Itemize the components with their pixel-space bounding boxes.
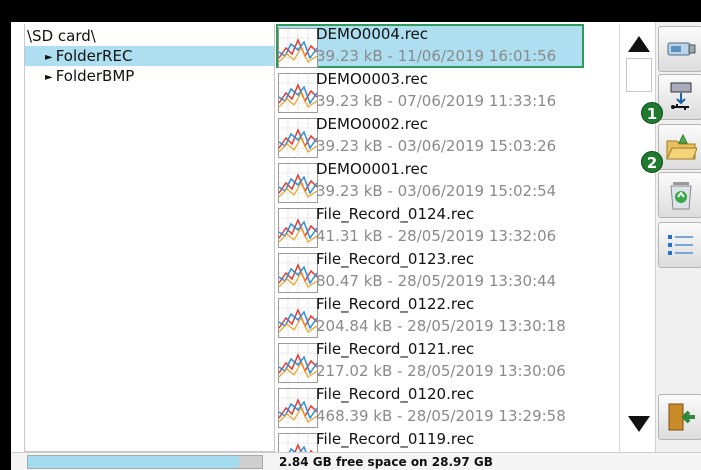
record-chart-thumbnail-icon — [278, 208, 318, 248]
scroll-up-arrow-icon[interactable] — [626, 34, 652, 54]
badge-1: 1 — [641, 102, 663, 124]
file-name: File_Record_0122.rec — [316, 295, 475, 313]
file-name: File_Record_0121.rec — [316, 340, 475, 358]
record-chart-thumbnail-icon — [278, 298, 318, 338]
record-chart-thumbnail-icon — [278, 433, 318, 452]
file-name: File_Record_0120.rec — [316, 385, 475, 403]
file-info: 217.02 kB - 28/05/2019 13:30:06 — [316, 362, 566, 380]
file-info: 41.31 kB - 28/05/2019 13:32:06 — [316, 227, 557, 245]
status-bar: 2.84 GB free space on 28.97 GB — [11, 452, 701, 470]
tree-root[interactable]: \SD card\ — [27, 26, 283, 46]
file-list-item[interactable]: File_Record_0119.rec — [275, 429, 619, 452]
tree-item-label: FolderREC — [55, 47, 133, 65]
recycle-bin-icon — [670, 182, 692, 210]
file-list-item[interactable]: File_Record_0123.rec 80.47 kB - 28/05/201… — [275, 249, 619, 294]
file-name: DEMO0004.rec — [316, 25, 429, 43]
usb-transfer-icon — [670, 82, 692, 110]
list-view-button[interactable] — [658, 222, 701, 268]
file-info: 80.47 kB - 28/05/2019 13:30:44 — [316, 272, 557, 290]
usb-transfer-button[interactable] — [658, 74, 701, 120]
storage-usage-bar — [27, 455, 263, 469]
file-list-item[interactable]: DEMO0002.rec 39.23 kB - 03/06/2019 15:03:… — [275, 114, 619, 159]
tree-item-label: FolderBMP — [55, 67, 135, 85]
record-chart-thumbnail-icon — [278, 73, 318, 113]
record-chart-thumbnail-icon — [278, 118, 318, 158]
file-list-item[interactable]: File_Record_0120.rec 468.39 kB - 28/05/20… — [275, 384, 619, 429]
record-chart-thumbnail-icon — [278, 388, 318, 428]
file-name: DEMO0003.rec — [316, 70, 429, 88]
file-name: DEMO0001.rec — [316, 160, 429, 178]
usb-drive-icon — [667, 42, 696, 56]
list-view-icon — [668, 235, 693, 255]
tree-expand-arrow-icon: ► — [45, 72, 53, 83]
storage-usage-fill — [28, 456, 240, 468]
file-name: File_Record_0124.rec — [316, 205, 475, 223]
record-chart-thumbnail-icon — [278, 163, 318, 203]
badge-2: 2 — [641, 151, 663, 173]
delete-button[interactable] — [658, 172, 701, 218]
scroll-thumb[interactable] — [626, 58, 652, 92]
file-info: 39.23 kB - 03/06/2019 15:03:26 — [316, 137, 557, 155]
file-list-item[interactable]: DEMO0004.rec 39.23 kB - 11/06/2019 16:01:… — [275, 24, 619, 69]
exit-door-icon — [668, 403, 695, 431]
file-list-item[interactable]: DEMO0001.rec 39.23 kB - 03/06/2019 15:02:… — [275, 159, 619, 204]
tree-expand-arrow-icon: ► — [45, 52, 53, 63]
tree-item-folderbmp[interactable]: ► FolderBMP — [25, 66, 281, 86]
file-list-item[interactable]: File_Record_0122.rec 204.84 kB - 28/05/20… — [275, 294, 619, 339]
file-info: 39.23 kB - 07/06/2019 11:33:16 — [316, 92, 557, 110]
file-list-item[interactable]: File_Record_0121.rec 217.02 kB - 28/05/20… — [275, 339, 619, 384]
file-name: File_Record_0119.rec — [316, 430, 475, 448]
file-info: 204.84 kB - 28/05/2019 13:30:18 — [316, 317, 566, 335]
exit-button[interactable] — [658, 394, 701, 440]
record-chart-thumbnail-icon — [278, 253, 318, 293]
record-chart-thumbnail-icon — [278, 343, 318, 383]
free-space-label: 2.84 GB free space on 28.97 GB — [279, 455, 493, 469]
folder-tree[interactable]: \SD card\ ► FolderREC ► FolderBMP — [24, 24, 282, 452]
open-folder-icon — [666, 133, 697, 160]
tree-root-label: \SD card\ — [27, 27, 96, 45]
record-chart-thumbnail-icon — [278, 28, 318, 68]
open-folder-button[interactable] — [658, 124, 701, 170]
file-info: 39.23 kB - 11/06/2019 16:01:56 — [316, 47, 557, 65]
file-name: File_Record_0123.rec — [316, 250, 475, 268]
tree-item-folderrec[interactable]: ► FolderREC — [25, 46, 281, 66]
action-toolbar — [655, 22, 701, 458]
scroll-down-arrow-icon[interactable] — [626, 414, 652, 434]
file-name: DEMO0002.rec — [316, 115, 429, 133]
file-browser-window: \SD card\ ► FolderREC ► FolderBMP DEMO0004… — [11, 22, 701, 470]
file-list-item[interactable]: DEMO0003.rec 39.23 kB - 07/06/2019 11:33:… — [275, 69, 619, 114]
file-list-scrollbar[interactable] — [619, 24, 655, 452]
file-list[interactable]: DEMO0004.rec 39.23 kB - 11/06/2019 16:01:… — [274, 24, 619, 452]
file-info: 39.23 kB - 03/06/2019 15:02:54 — [316, 182, 557, 200]
file-info: 468.39 kB - 28/05/2019 13:29:58 — [316, 407, 566, 425]
file-list-item[interactable]: File_Record_0124.rec 41.31 kB - 28/05/201… — [275, 204, 619, 249]
usb-drive-button[interactable] — [658, 26, 701, 72]
